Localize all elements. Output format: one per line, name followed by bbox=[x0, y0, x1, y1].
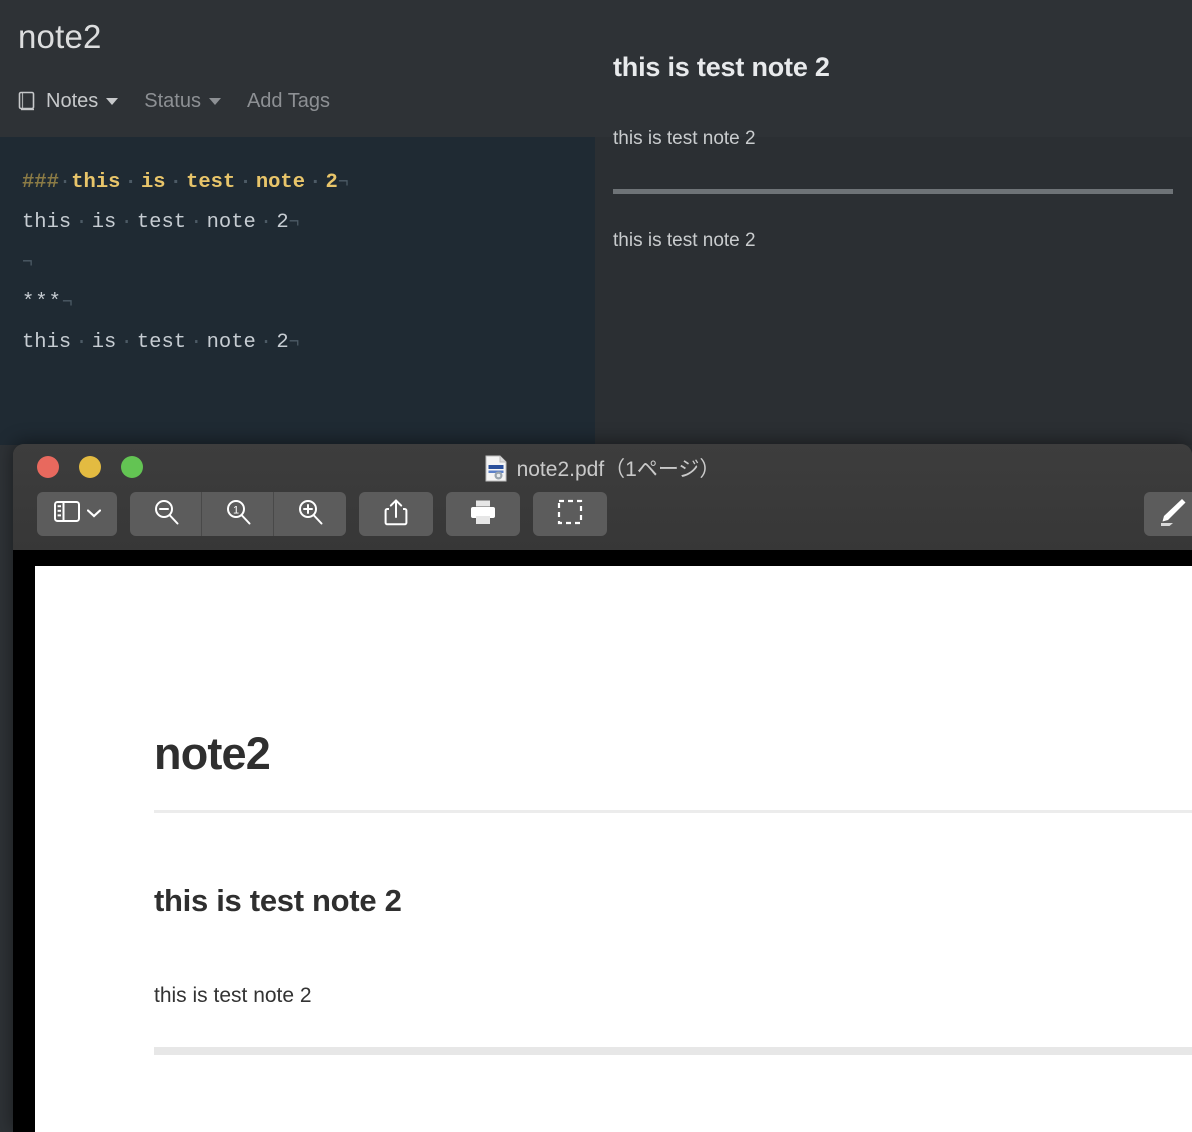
pdf-paragraph: this is test note 2 bbox=[154, 984, 312, 1007]
property-status[interactable]: Status bbox=[144, 90, 221, 113]
zoom-in-button[interactable] bbox=[274, 492, 346, 536]
editor-line-2-text: this · is · test · note · 2 bbox=[22, 211, 289, 234]
chevron-down-icon bbox=[106, 98, 119, 105]
newline-marker: ¬ bbox=[288, 213, 300, 233]
window-title: note2.pdf（1ページ） bbox=[13, 453, 1192, 483]
space-marker: · bbox=[305, 171, 326, 194]
svg-text:1: 1 bbox=[232, 504, 238, 516]
book-icon bbox=[18, 91, 37, 112]
space-marker: · bbox=[71, 211, 92, 234]
pdf-view-backdrop: note2 this is test note 2 this is test n… bbox=[13, 550, 1192, 1132]
page-title: note2 bbox=[18, 18, 102, 55]
window-titlebar: note2.pdf（1ページ） 1 bbox=[13, 444, 1192, 550]
chevron-down-icon bbox=[86, 505, 101, 523]
markdown-editor-pane[interactable]: ###·this · is · test · note · 2¬ this · … bbox=[0, 137, 595, 445]
space-marker: · bbox=[165, 171, 187, 194]
pdf-horizontal-rule-2 bbox=[154, 1047, 1192, 1055]
space-marker: · bbox=[58, 171, 72, 194]
newline-marker: ¬ bbox=[22, 253, 33, 273]
print-button[interactable] bbox=[446, 492, 520, 536]
markup-button[interactable] bbox=[1144, 492, 1192, 536]
selection-tool-button[interactable] bbox=[533, 492, 607, 536]
newline-marker: ¬ bbox=[288, 333, 300, 353]
editor-line-4-text: *** bbox=[22, 291, 62, 314]
actual-size-icon: 1 bbox=[224, 498, 252, 531]
space-marker: · bbox=[116, 211, 137, 234]
zoom-out-button[interactable] bbox=[130, 492, 202, 536]
preview-heading: this is test note 2 bbox=[613, 52, 830, 82]
property-status-label: Status bbox=[144, 90, 201, 112]
preview-paragraph-1: this is test note 2 bbox=[613, 128, 756, 149]
actual-size-button[interactable]: 1 bbox=[202, 492, 274, 536]
note-header: note2 Notes Status Add Tags bbox=[0, 0, 1192, 137]
screen: note2 Notes Status Add Tags ###·this · i… bbox=[0, 0, 1192, 1132]
sidebar-toggle-button[interactable] bbox=[37, 492, 117, 536]
property-notes-label: Notes bbox=[46, 90, 99, 112]
property-add-tags-label: Add Tags bbox=[246, 90, 330, 112]
print-icon bbox=[469, 499, 497, 530]
chevron-down-icon bbox=[208, 98, 221, 105]
heading-marker: ### bbox=[22, 171, 59, 194]
note-properties-bar: Notes Status Add Tags bbox=[18, 90, 330, 113]
space-marker: · bbox=[116, 331, 137, 354]
pdf-horizontal-rule-1 bbox=[154, 810, 1192, 813]
window-title-text: note2.pdf（1ページ） bbox=[516, 458, 721, 481]
markup-pen-icon bbox=[1156, 497, 1186, 532]
preview-toolbar: 1 bbox=[37, 492, 607, 536]
preview-paragraph-2: this is test note 2 bbox=[613, 230, 756, 251]
markdown-preview-pane bbox=[595, 137, 1192, 445]
newline-marker: ¬ bbox=[337, 173, 349, 193]
newline-marker: ¬ bbox=[61, 293, 73, 313]
editor-line-5-text: this · is · test · note · 2 bbox=[22, 331, 289, 354]
pdf-heading: this is test note 2 bbox=[154, 883, 402, 918]
sidebar-icon bbox=[53, 501, 80, 527]
space-marker: · bbox=[186, 331, 207, 354]
selection-icon bbox=[557, 499, 583, 530]
space-marker: · bbox=[120, 171, 141, 194]
zoom-out-icon bbox=[152, 498, 180, 531]
pdf-document-icon bbox=[485, 455, 507, 482]
space-marker: · bbox=[235, 171, 256, 194]
pdf-document-title: note2 bbox=[154, 728, 271, 779]
space-marker: · bbox=[186, 211, 207, 234]
editor-line-1-text: this · is · test · note · 2 bbox=[71, 171, 338, 194]
zoom-button-group: 1 bbox=[130, 492, 346, 536]
zoom-in-icon bbox=[296, 498, 324, 531]
markdown-source[interactable]: ###·this · is · test · note · 2¬ this · … bbox=[0, 137, 595, 363]
space-marker: · bbox=[71, 331, 92, 354]
pdf-page[interactable]: note2 this is test note 2 this is test n… bbox=[35, 566, 1192, 1132]
share-button[interactable] bbox=[359, 492, 433, 536]
property-notes[interactable]: Notes bbox=[18, 90, 119, 113]
preview-app-window: note2.pdf（1ページ） 1 note2 this is test not… bbox=[13, 444, 1192, 1132]
share-icon bbox=[384, 498, 408, 531]
space-marker: · bbox=[255, 211, 277, 234]
property-add-tags[interactable]: Add Tags bbox=[247, 90, 330, 113]
space-marker: · bbox=[255, 331, 277, 354]
preview-horizontal-rule bbox=[613, 189, 1173, 194]
